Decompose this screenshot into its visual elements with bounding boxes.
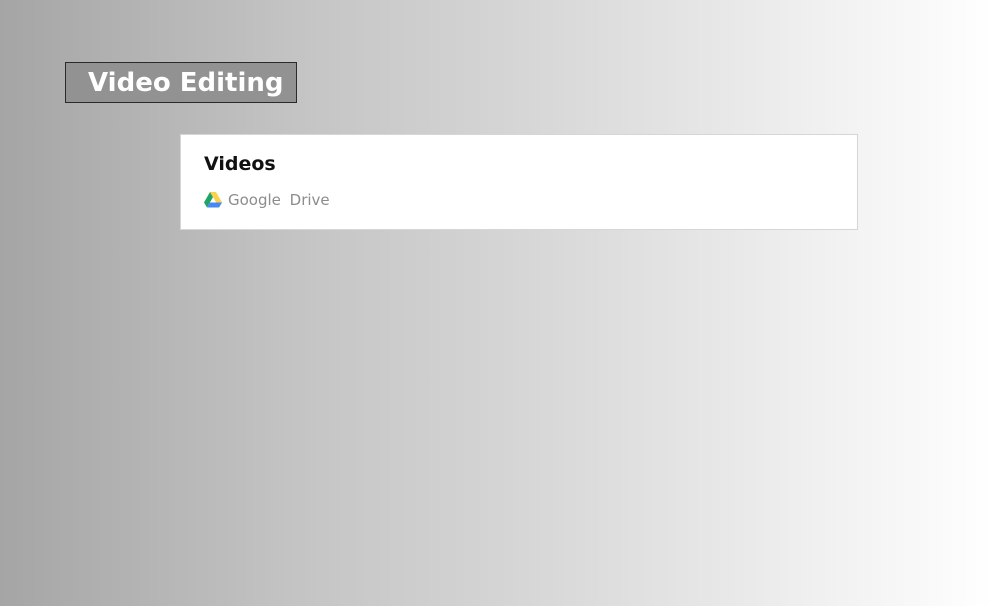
source-row: Google Drive bbox=[204, 191, 330, 209]
source-label: Google Drive bbox=[228, 190, 330, 209]
card-title: Videos bbox=[204, 153, 276, 175]
google-drive-icon bbox=[204, 192, 222, 208]
page-title: Video Editing bbox=[88, 67, 284, 98]
videos-card[interactable]: Videos Google Drive bbox=[180, 134, 858, 230]
page-header: Video Editing bbox=[65, 62, 297, 103]
